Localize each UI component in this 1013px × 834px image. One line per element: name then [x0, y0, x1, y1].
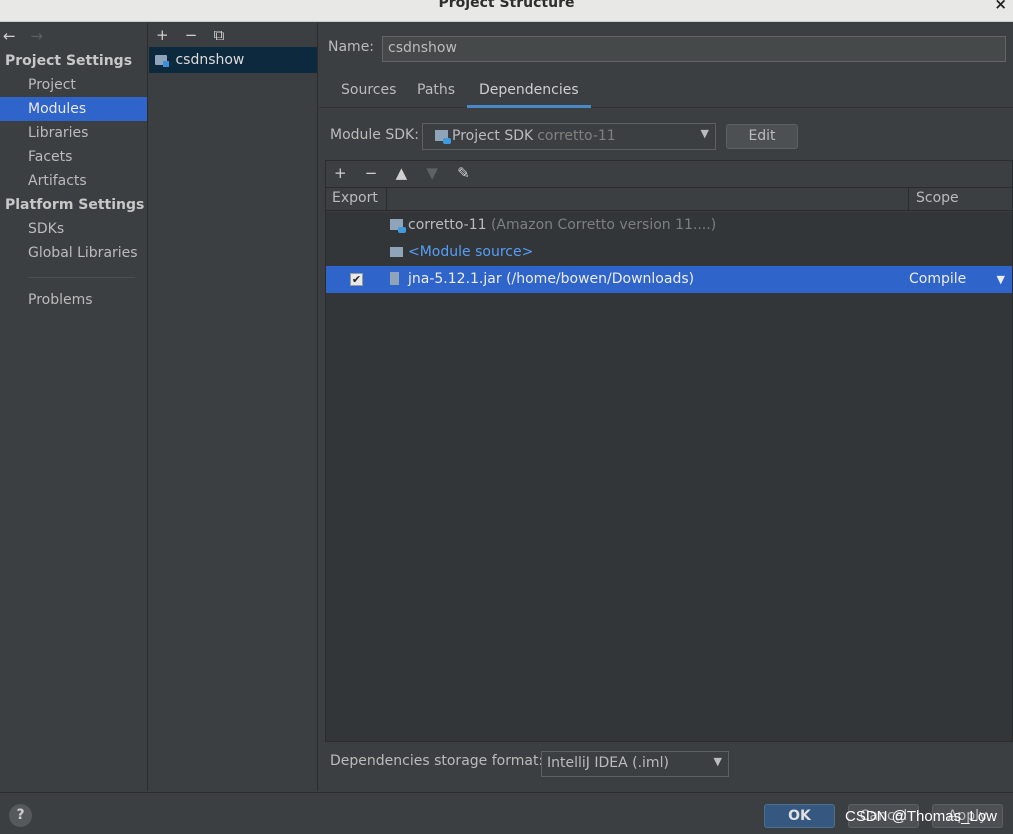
storage-format-row: Dependencies storage format: IntelliJ ID… — [330, 751, 730, 777]
export-checkbox[interactable]: ✔ — [350, 273, 363, 286]
storage-format-select[interactable]: IntelliJ IDEA (.iml) ▼ — [541, 751, 729, 777]
close-icon[interactable]: × — [994, 0, 1007, 13]
table-row[interactable]: ✔ jna-5.12.1.jar (/home/bowen/Downloads)… — [326, 266, 1012, 293]
table-row[interactable]: <Module source> — [326, 239, 1012, 266]
module-sdk-row: Module SDK: Project SDK corretto-11 ▼ Edi… — [330, 123, 1000, 150]
nav-history: ← → — [0, 23, 147, 49]
dependencies-toolbar: + − ▲ ▼ ✎ — [326, 161, 1012, 186]
move-down-icon: ▼ — [426, 164, 438, 182]
nav-item-facets[interactable]: Facets — [0, 145, 147, 169]
sdk-folder-icon — [390, 212, 407, 239]
nav-item-modules[interactable]: Modules — [0, 97, 147, 121]
sdk-folder-icon — [435, 130, 451, 144]
chevron-down-icon[interactable]: ▼ — [997, 266, 1005, 293]
jar-icon — [390, 266, 399, 293]
settings-nav: ← → Project Settings Project Modules Lib… — [0, 23, 148, 791]
section-platform-settings: Platform Settings — [5, 197, 145, 213]
edit-dependency-icon[interactable]: ✎ — [457, 164, 483, 182]
storage-format-value: IntelliJ IDEA (.iml) — [547, 755, 669, 771]
tab-paths[interactable]: Paths — [405, 82, 467, 108]
sdk-value: Project SDK — [452, 128, 534, 144]
module-sdk-label: Module SDK: — [330, 127, 419, 143]
remove-module-icon[interactable]: − — [185, 26, 209, 44]
nav-divider — [28, 277, 135, 278]
window-title: Project Structure — [438, 0, 575, 11]
dependencies-table: + − ▲ ▼ ✎ Export Scope corretto-11 (Amaz… — [325, 160, 1013, 742]
column-scope[interactable]: Scope — [908, 188, 1012, 211]
nav-item-problems[interactable]: Problems — [0, 288, 147, 312]
dependency-detail: (/home/bowen/Downloads) — [506, 271, 695, 287]
nav-item-project[interactable]: Project — [0, 73, 147, 97]
module-toolbar: + − ⧉ — [149, 23, 317, 47]
dependency-detail: (Amazon Corretto version 11....) — [490, 217, 717, 233]
module-item-csdnshow[interactable]: csdnshow — [149, 47, 317, 73]
nav-item-sdks[interactable]: SDKs — [0, 217, 147, 241]
section-project-settings: Project Settings — [5, 53, 133, 69]
module-name-input[interactable]: csdnshow — [382, 36, 1006, 62]
nav-item-libraries[interactable]: Libraries — [0, 121, 147, 145]
tab-dependencies[interactable]: Dependencies — [467, 82, 591, 108]
table-body: corretto-11 (Amazon Corretto version 11.… — [326, 212, 1012, 293]
copy-module-icon[interactable]: ⧉ — [214, 26, 238, 44]
chevron-down-icon: ▼ — [713, 755, 722, 768]
name-label: Name: — [328, 39, 375, 55]
ok-button[interactable]: OK — [764, 804, 835, 828]
module-list-panel: + − ⧉ csdnshow — [149, 23, 318, 791]
module-sdk-select[interactable]: Project SDK corretto-11 ▼ — [422, 123, 716, 150]
move-up-icon[interactable]: ▲ — [396, 164, 422, 182]
back-arrow-icon[interactable]: ← — [3, 27, 16, 45]
nav-item-global-libraries[interactable]: Global Libraries — [0, 241, 147, 265]
title-bar: Project Structure × — [0, 0, 1013, 22]
add-dependency-icon[interactable]: + — [334, 164, 360, 182]
scope-select[interactable]: Compile — [909, 266, 966, 293]
table-header: Export Scope — [326, 187, 1012, 211]
table-empty-area — [326, 293, 1012, 741]
dialog-footer: ? OK Cancel Apply CSDN @Thomas_Low — [0, 792, 1013, 834]
nav-item-artifacts[interactable]: Artifacts — [0, 169, 147, 193]
forward-arrow-icon: → — [30, 27, 43, 45]
table-row[interactable]: corretto-11 (Amazon Corretto version 11.… — [326, 212, 1012, 239]
module-folder-icon — [155, 55, 169, 67]
module-source-icon — [390, 239, 403, 266]
column-export[interactable]: Export — [326, 188, 387, 211]
dependency-name: jna-5.12.1.jar — [408, 271, 502, 287]
edit-sdk-button[interactable]: Edit — [726, 124, 798, 149]
tab-sources[interactable]: Sources — [329, 82, 408, 108]
storage-format-label: Dependencies storage format: — [330, 753, 544, 769]
module-item-label: csdnshow — [175, 52, 245, 68]
dependency-name: corretto-11 — [408, 217, 487, 233]
sdk-detail: corretto-11 — [537, 128, 616, 144]
module-settings-panel: Name: csdnshow Sources Paths Dependencie… — [319, 23, 1013, 791]
watermark: CSDN @Thomas_Low — [845, 808, 997, 825]
remove-dependency-icon[interactable]: − — [365, 164, 391, 182]
chevron-down-icon: ▼ — [700, 127, 709, 140]
module-name-row: Name: csdnshow — [328, 36, 1006, 62]
help-icon[interactable]: ? — [9, 804, 32, 827]
add-module-icon[interactable]: + — [156, 26, 180, 44]
dependency-name: <Module source> — [408, 244, 534, 260]
module-tabs: Sources Paths Dependencies — [319, 77, 1013, 108]
